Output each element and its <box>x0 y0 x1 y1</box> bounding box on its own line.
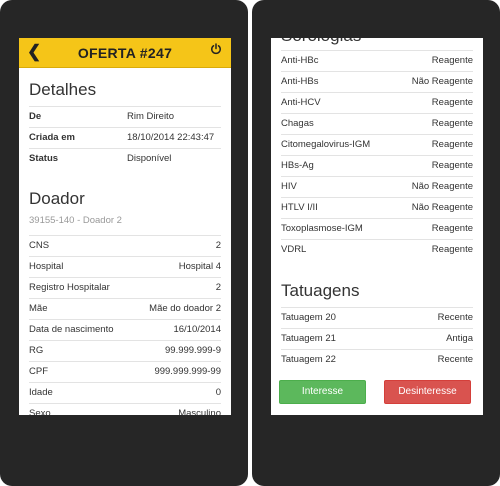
doador-section: Doador 39155-140 - Doador 2 CNS 2 Hospital… <box>19 189 231 415</box>
doador-label: Mãe <box>29 303 48 314</box>
detalhes-heading: Detalhes <box>29 80 97 99</box>
sorologia-label: Anti-HCV <box>281 97 321 108</box>
doador-value: 999.999.999-99 <box>154 366 221 377</box>
doador-value: Masculino <box>178 408 221 415</box>
tatuagens-table: Tatuagem 20 Recente Tatuagem 21 Antiga Tatua… <box>281 307 473 370</box>
sorologia-value: Reagente <box>431 55 473 66</box>
doador-value: 0 <box>215 387 221 398</box>
screen-oferta: ❮ OFERTA #247 Detalhes De Rim Direito Cria… <box>19 38 231 415</box>
tatuagem-value: Recente <box>437 354 473 365</box>
detalhes-row: Status Disponível <box>29 148 221 169</box>
desinteresse-button[interactable]: Desinteresse <box>384 380 471 404</box>
sorologia-value: Não Reagente <box>411 181 473 192</box>
doador-label: RG <box>29 345 44 356</box>
sorologia-label: Citomegalovirus-IGM <box>281 139 371 150</box>
sorologias-table: Anti-HBc Reagente Anti-HBs Não Reagente Anti… <box>281 50 473 260</box>
sorologia-row: VDRL Reagente <box>281 239 473 260</box>
doador-label: Registro Hospitalar <box>29 282 110 293</box>
doador-label: CPF <box>29 366 48 377</box>
doador-label: Hospital <box>29 261 64 272</box>
sorologias-section: Sorologias Anti-HBc Reagente Anti-HBs Não R… <box>271 38 483 260</box>
tatuagem-row: Tatuagem 21 Antiga <box>281 328 473 349</box>
detalhes-row: Criada em 18/10/2014 22:43:47 <box>29 127 221 148</box>
doador-row: Sexo Masculino <box>29 403 221 415</box>
sorologia-value: Não Reagente <box>411 76 473 87</box>
phone-right: Sorologias Anti-HBc Reagente Anti-HBs Não R… <box>252 0 500 486</box>
sorologia-value: Reagente <box>431 97 473 108</box>
tatuagem-label: Tatuagem 22 <box>281 354 336 365</box>
doador-value: 2 <box>215 282 221 293</box>
sorologia-label: Anti-HBs <box>281 76 319 87</box>
doador-row: CPF 999.999.999-99 <box>29 361 221 382</box>
tatuagem-label: Tatuagem 20 <box>281 312 336 323</box>
sorologia-label: Toxoplasmose-IGM <box>281 223 363 234</box>
chevron-left-icon[interactable]: ❮ <box>27 42 41 62</box>
doador-label: CNS <box>29 240 50 251</box>
sorologia-label: HBs-Ag <box>281 160 314 171</box>
doador-row: RG 99.999.999-9 <box>29 340 221 361</box>
tatuagens-section: Tatuagens Tatuagem 20 Recente Tatuagem 21 A… <box>281 281 473 370</box>
sorologia-row: Citomegalovirus-IGM Reagente <box>281 134 473 155</box>
doador-label: Idade <box>29 387 53 398</box>
sorologias-heading: Sorologias <box>281 38 473 46</box>
tatuagem-label: Tatuagem 21 <box>281 333 336 344</box>
app-header: ❮ OFERTA #247 <box>19 38 231 68</box>
detalhes-table: De Rim Direito Criada em 18/10/2014 22:43:4… <box>29 106 221 169</box>
page-title: OFERTA #247 <box>77 44 173 61</box>
sorologia-row: HBs-Ag Reagente <box>281 155 473 176</box>
detalhes-value: 18/10/2014 22:43:47 <box>127 132 215 143</box>
sorologia-row: HTLV I/II Não Reagente <box>281 197 473 218</box>
sorologia-value: Reagente <box>431 160 473 171</box>
detalhes-value: Disponível <box>127 153 172 164</box>
detalhes-label: De <box>29 111 42 122</box>
sorologia-value: Reagente <box>431 223 473 234</box>
doador-value: 16/10/2014 <box>173 324 221 335</box>
doador-heading: Doador <box>29 189 85 208</box>
doador-row: Data de nascimento 16/10/2014 <box>29 319 221 340</box>
sorologia-label: Anti-HBc <box>281 55 319 66</box>
doador-table: CNS 2 Hospital Hospital 4 Registro Hospitala… <box>29 235 221 415</box>
tatuagem-value: Antiga <box>446 333 473 344</box>
sorologia-row: Anti-HCV Reagente <box>281 92 473 113</box>
sorologia-row: HIV Não Reagente <box>281 176 473 197</box>
doador-subtitle: 39155-140 - Doador 2 <box>29 215 122 226</box>
doador-value: Hospital 4 <box>178 261 221 272</box>
sorologia-row: Toxoplasmose-IGM Reagente <box>281 218 473 239</box>
detalhes-row: De Rim Direito <box>29 106 221 127</box>
sorologia-value: Reagente <box>431 139 473 150</box>
phone-left: ❮ OFERTA #247 Detalhes De Rim Direito Cria… <box>0 0 248 486</box>
screen-sorologias: Sorologias Anti-HBc Reagente Anti-HBs Não R… <box>271 38 483 415</box>
tatuagem-row: Tatuagem 20 Recente <box>281 307 473 328</box>
detalhes-label: Status <box>29 153 59 164</box>
power-icon[interactable] <box>210 43 222 55</box>
sorologia-label: VDRL <box>281 244 307 255</box>
detalhes-label: Criada em <box>29 132 75 143</box>
detalhes-section: Detalhes De Rim Direito Criada em 18/10/201… <box>19 80 231 169</box>
doador-row: Idade 0 <box>29 382 221 403</box>
sorologia-row: Anti-HBs Não Reagente <box>281 71 473 92</box>
tatuagens-heading: Tatuagens <box>281 281 360 300</box>
sorologia-value: Reagente <box>431 118 473 129</box>
doador-row: CNS 2 <box>29 235 221 256</box>
sorologia-value: Não Reagente <box>411 202 473 213</box>
sorologia-label: Chagas <box>281 118 314 129</box>
doador-label: Sexo <box>29 408 51 415</box>
doador-row: Hospital Hospital 4 <box>29 256 221 277</box>
doador-row: Mãe Mãe do doador 2 <box>29 298 221 319</box>
sorologia-value: Reagente <box>431 244 473 255</box>
sorologia-label: HIV <box>281 181 297 192</box>
doador-row: Registro Hospitalar 2 <box>29 277 221 298</box>
sorologia-label: HTLV I/II <box>281 202 318 213</box>
detalhes-value: Rim Direito <box>127 111 174 122</box>
interesse-button[interactable]: Interesse <box>279 380 366 404</box>
sorologia-row: Chagas Reagente <box>281 113 473 134</box>
tatuagem-value: Recente <box>437 312 473 323</box>
doador-value: Mãe do doador 2 <box>149 303 221 314</box>
doador-label: Data de nascimento <box>29 324 114 335</box>
tatuagem-row: Tatuagem 22 Recente <box>281 349 473 370</box>
doador-value: 99.999.999-9 <box>165 345 221 356</box>
sorologia-row: Anti-HBc Reagente <box>281 50 473 71</box>
doador-value: 2 <box>215 240 221 251</box>
